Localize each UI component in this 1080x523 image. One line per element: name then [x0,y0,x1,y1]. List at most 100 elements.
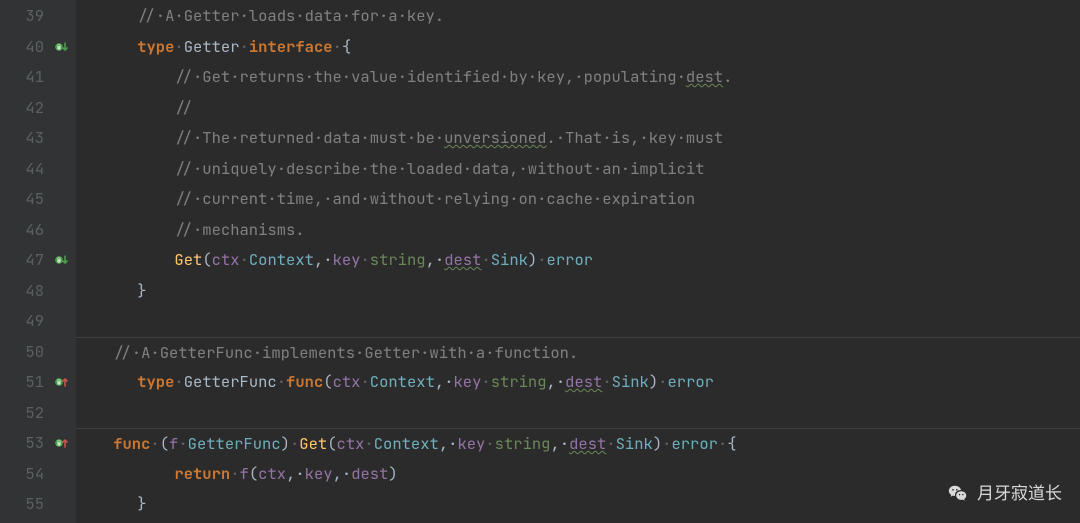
identifier: dest [565,371,602,392]
type-ref: Context [370,371,435,392]
code-line[interactable] [100,306,1080,337]
builtin-type: string [491,371,547,392]
code-line[interactable]: // [100,93,1080,124]
type-ref: error [667,371,714,392]
line-number: 51 [0,367,44,398]
comment-text: //·A·Getter·loads·data·for·a·key. [137,5,444,26]
indent-whitespace [100,371,137,392]
code-line[interactable]: } [100,276,1080,307]
indent-whitespace [100,66,174,87]
implemented-icon[interactable] [54,253,68,267]
code-line[interactable]: Get(ctx·Context,·key·string,·dest·Sink)·… [100,245,1080,276]
code-line[interactable]: return·f(ctx,·key,·dest) [100,459,1080,490]
line-number: 55 [0,489,44,520]
token: ( [202,249,211,270]
whitespace-dot: · [150,433,159,454]
line-number: 47 [0,245,44,276]
whitespace-dot: · [360,249,369,270]
indent-whitespace [100,5,137,26]
identifier: ctx [212,249,240,270]
token: ( [249,463,258,484]
token: GetterFunc [184,371,277,392]
indent-whitespace [100,127,174,148]
line-number: 54 [0,459,44,490]
indent-whitespace [100,463,174,484]
line-number: 43 [0,123,44,154]
keyword: type [137,36,174,57]
line-number: 52 [0,398,44,429]
code-line[interactable]: } [100,489,1080,520]
comment-text: //·The·returned·data·must·be· [174,127,444,148]
token: ,· [314,249,333,270]
line-number: 48 [0,276,44,307]
whitespace-dot: · [230,463,239,484]
line-number: 44 [0,154,44,185]
type-ref: GetterFunc [188,433,281,454]
watermark-text: 月牙寂道长 [977,479,1062,510]
comment-text: //·uniquely·describe·the·loaded·data,·wi… [174,158,704,179]
indent-whitespace [76,433,113,454]
token: ,· [439,433,458,454]
keyword: func [286,371,323,392]
code-editor[interactable]: 3940414243444546474849505152535455 //·A·… [0,0,1080,523]
whitespace-dot: · [485,433,494,454]
indent-whitespace [100,97,174,118]
function-name: Get [174,249,202,270]
token: { [342,36,351,57]
keyword: return [174,463,230,484]
code-line[interactable]: //·The·returned·data·must·be·unversioned… [100,123,1080,154]
type-ref: Sink [491,249,528,270]
code-line[interactable]: func·(f·GetterFunc)·Get(ctx·Context,·key… [76,428,1080,459]
whitespace-dot: · [277,371,286,392]
type-ref: error [671,433,718,454]
code-line[interactable] [100,398,1080,429]
comment-text: //·Get·returns·the·value·identified·by·k… [174,66,686,87]
token: ( [327,433,336,454]
watermark: 月牙寂道长 [947,479,1062,510]
line-number: 46 [0,215,44,246]
line-number: 53 [0,428,44,459]
comment-text: // [174,97,193,118]
whitespace-dot: · [178,433,187,454]
indent-whitespace [76,342,113,363]
indent-whitespace [100,158,174,179]
code-line[interactable]: //·uniquely·describe·the·loaded·data,·wi… [100,154,1080,185]
indent-whitespace [100,249,174,270]
identifier: dest [569,433,606,454]
builtin-type: string [495,433,551,454]
comment-text: //·A· [113,342,160,363]
code-line[interactable]: //·mechanisms. [100,215,1080,246]
code-area[interactable]: //·A·Getter·loads·data·for·a·key. type·G… [76,0,1080,523]
whitespace-dot: · [240,36,249,57]
token: ) [388,463,397,484]
code-line[interactable]: type·GetterFunc·func(ctx·Context,·key·st… [100,367,1080,398]
comment-text: //·current·time,·and·without·relying·on·… [174,188,695,209]
code-line[interactable]: //·A·Getter·loads·data·for·a·key. [100,1,1080,32]
line-number: 41 [0,62,44,93]
whitespace-dot: · [606,433,615,454]
code-line[interactable]: type·Getter·interface·{ [100,32,1080,63]
comment-text: unversioned [444,127,546,148]
indent-whitespace [100,219,174,240]
code-line[interactable]: //·current·time,·and·without·relying·on·… [100,184,1080,215]
code-line[interactable]: //·Get·returns·the·value·identified·by·k… [100,62,1080,93]
line-number: 45 [0,184,44,215]
whitespace-dot: · [290,433,299,454]
line-number: 40 [0,32,44,63]
implemented-icon[interactable] [54,40,68,54]
whitespace-dot: · [174,36,183,57]
whitespace-dot: · [718,433,727,454]
type-ref: Sink [616,433,653,454]
code-line[interactable]: //·A·GetterFunc·implements·Getter·with·a… [76,337,1080,368]
implements-icon[interactable] [54,375,68,389]
identifier: f [240,463,249,484]
keyword: interface [249,36,333,57]
implements-icon[interactable] [54,436,68,450]
identifier: key [457,433,485,454]
identifier: key [305,463,333,484]
token: ,· [550,433,569,454]
indent-whitespace [100,493,137,514]
comment-text: dest [686,66,723,87]
token: Getter [184,36,240,57]
indent-whitespace [100,188,174,209]
